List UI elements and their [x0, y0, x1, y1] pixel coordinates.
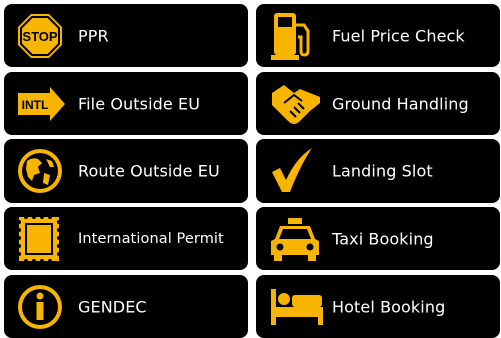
- hotel-booking-label: Hotel Booking: [332, 297, 446, 316]
- ppr-label: PPR: [78, 26, 109, 45]
- gendec-label: GENDEC: [78, 297, 147, 316]
- stop-sign-text: STOP: [22, 29, 57, 44]
- stop-sign-icon: STOP: [16, 12, 64, 60]
- intl-arrow-icon: INTL: [16, 86, 66, 121]
- ground-handling-label: Ground Handling: [332, 94, 469, 113]
- taxi-booking-button[interactable]: Taxi Booking: [256, 207, 500, 270]
- service-grid: STOP PPR Fuel Price Check INTL File Outs…: [0, 0, 501, 338]
- fuel-price-check-label: Fuel Price Check: [332, 26, 465, 45]
- hotel-booking-button[interactable]: Hotel Booking: [256, 275, 500, 338]
- info-icon: [16, 283, 64, 331]
- file-outside-eu-button[interactable]: INTL File Outside EU: [4, 72, 248, 135]
- stamp-icon: [16, 214, 62, 264]
- landing-slot-label: Landing Slot: [332, 161, 433, 181]
- checkmark-icon: [270, 146, 314, 196]
- file-outside-eu-label: File Outside EU: [78, 94, 201, 113]
- hotel-bed-icon: [270, 287, 324, 327]
- ppr-button[interactable]: STOP PPR: [4, 4, 248, 67]
- route-outside-eu-button[interactable]: Route Outside EU: [4, 139, 248, 203]
- route-outside-eu-label: Route Outside EU: [78, 161, 220, 181]
- international-permit-button[interactable]: International Permit: [4, 207, 248, 270]
- taxi-booking-label: Taxi Booking: [332, 229, 434, 248]
- taxi-icon: [270, 217, 320, 261]
- international-permit-label: International Permit: [78, 230, 224, 247]
- fuel-pump-icon: [270, 11, 314, 61]
- gendec-button[interactable]: GENDEC: [4, 275, 248, 338]
- intl-text: INTL: [22, 98, 49, 112]
- ground-handling-button[interactable]: Ground Handling: [256, 72, 500, 135]
- globe-icon: [16, 147, 64, 195]
- handshake-icon: [270, 81, 322, 127]
- landing-slot-button[interactable]: Landing Slot: [256, 139, 500, 203]
- fuel-price-check-button[interactable]: Fuel Price Check: [256, 4, 500, 67]
